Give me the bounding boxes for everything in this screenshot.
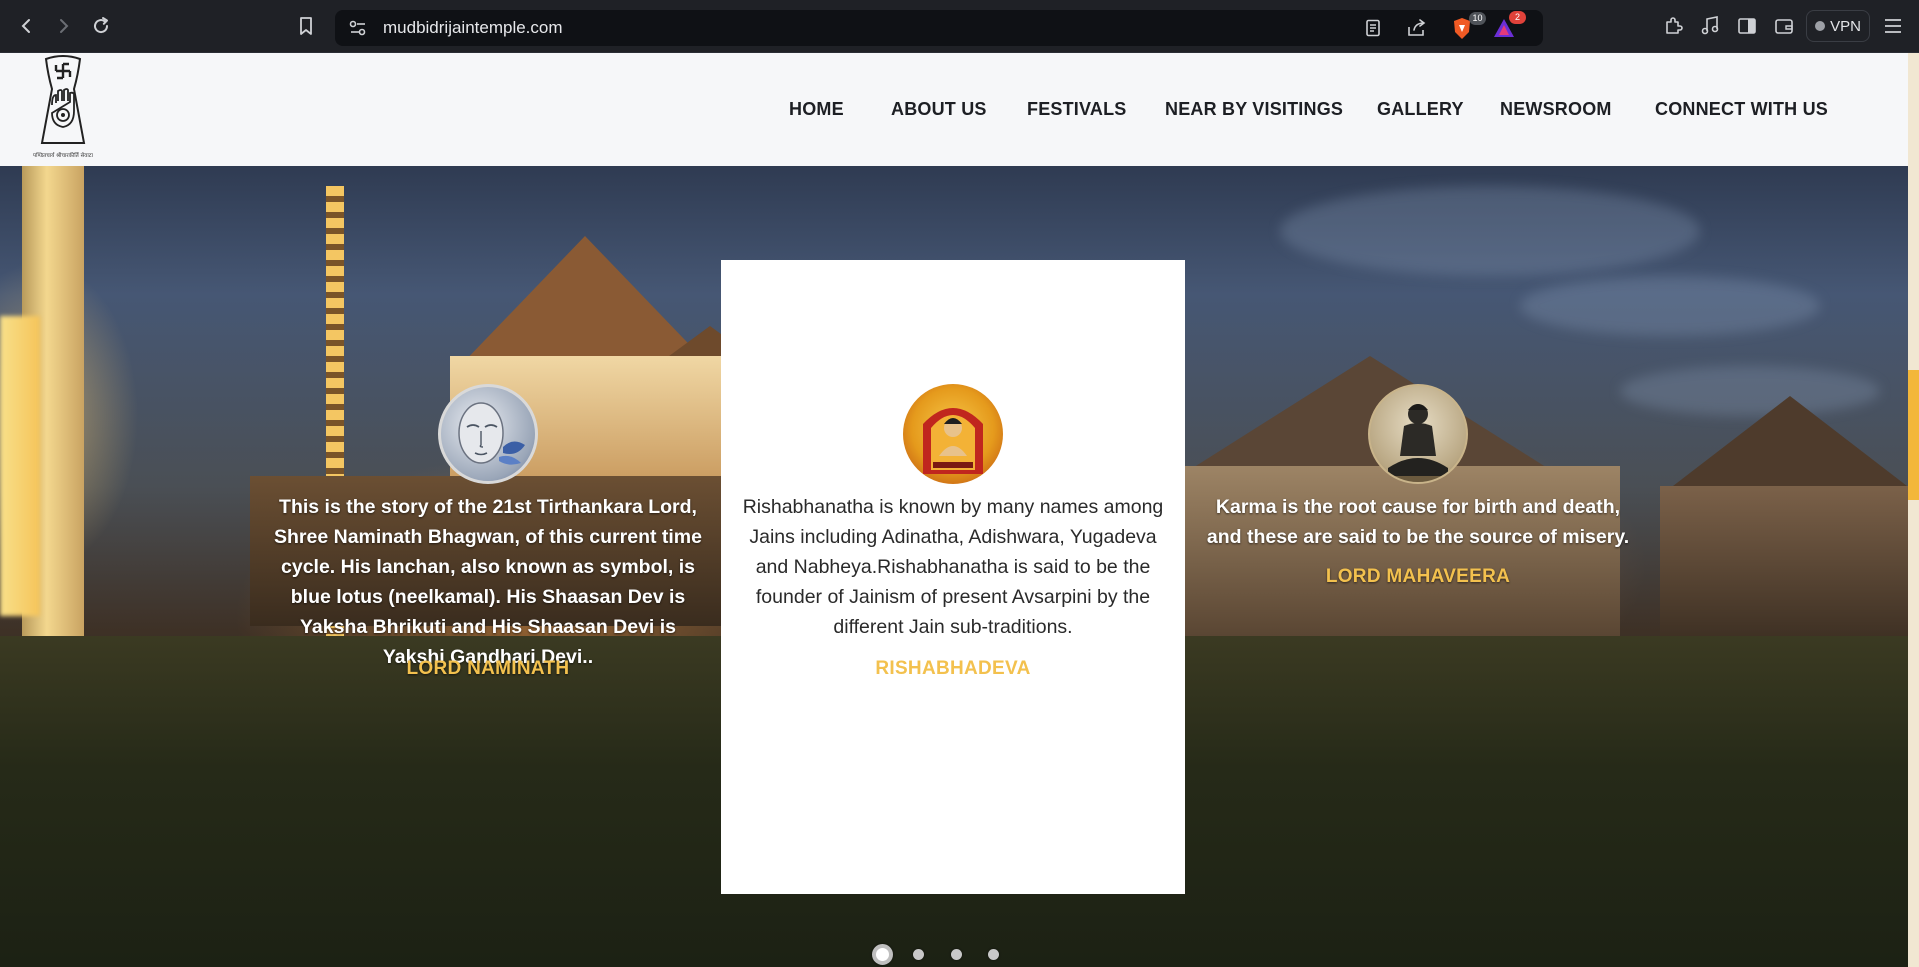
temple-roof-shape xyxy=(1660,396,1908,496)
site-settings-icon[interactable] xyxy=(349,20,367,40)
temple-wall-shape xyxy=(1660,486,1908,636)
nav-about-us[interactable]: ABOUT US xyxy=(891,99,987,120)
naminath-image xyxy=(438,384,538,484)
nav-festivals[interactable]: FESTIVALS xyxy=(1027,99,1126,120)
logo-caption: पण्डितचार्य श्रीचारकीर्ति सेवाटा xyxy=(33,153,93,159)
extensions-icon[interactable] xyxy=(1660,13,1686,39)
nav-newsroom[interactable]: NEWSROOM xyxy=(1500,99,1612,120)
vpn-button[interactable]: VPN xyxy=(1806,10,1870,42)
jain-emblem-icon xyxy=(40,55,86,144)
vpn-status-icon xyxy=(1815,21,1826,31)
slider-dot-4[interactable] xyxy=(988,949,999,960)
menu-icon[interactable] xyxy=(1880,13,1906,39)
bookmark-icon[interactable] xyxy=(293,13,319,39)
hero-slider: This is the story of the 21st Tirthankar… xyxy=(0,166,1908,967)
nav-connect-with-us[interactable]: CONNECT WITH US xyxy=(1655,99,1828,120)
slider-dot-3[interactable] xyxy=(951,949,962,960)
nav-near-by-visitings[interactable]: NEAR BY VISITINGS xyxy=(1165,99,1343,120)
slide-description: Rishabhanatha is known by many names amo… xyxy=(742,496,1164,638)
music-icon[interactable] xyxy=(1697,13,1723,39)
wallet-icon[interactable] xyxy=(1771,13,1797,39)
slide-rishabhadeva: Rishabhanatha is known by many names amo… xyxy=(721,260,1185,894)
slide-title[interactable]: LORD MAHAVEERA xyxy=(1186,566,1650,588)
rewards-count-badge: 2 xyxy=(1509,11,1526,24)
scrollbar-track[interactable] xyxy=(1908,53,1919,967)
slide-title[interactable]: RISHABHADEVA xyxy=(721,658,1185,680)
site-header: पण्डितचार्य श्रीचारकीर्ति सेवाटा HOME AB… xyxy=(0,53,1908,166)
shield-count-badge: 10 xyxy=(1469,12,1486,25)
slide-title[interactable]: LORD NAMINATH xyxy=(256,658,720,680)
browser-toolbar: mudbidrijaintemple.com 10 2 VPN xyxy=(0,0,1919,53)
vpn-label: VPN xyxy=(1830,17,1861,35)
nav-home[interactable]: HOME xyxy=(789,99,844,120)
reader-mode-icon[interactable] xyxy=(1365,19,1381,41)
slide-description: Karma is the root cause for birth and de… xyxy=(1206,496,1630,548)
slider-dot-1[interactable] xyxy=(872,944,893,965)
light-glow-shape xyxy=(0,316,40,616)
address-bar[interactable]: mudbidrijaintemple.com 10 2 xyxy=(335,10,1543,46)
back-icon[interactable] xyxy=(14,13,40,39)
slide-description: This is the story of the 21st Tirthankar… xyxy=(274,496,702,668)
mahaveera-image xyxy=(1368,384,1468,484)
scrollbar-thumb[interactable] xyxy=(1908,370,1919,500)
share-icon[interactable] xyxy=(1407,19,1427,41)
url-text[interactable]: mudbidrijaintemple.com xyxy=(383,18,563,38)
rishabhadeva-image xyxy=(903,384,1003,484)
slider-dot-2[interactable] xyxy=(913,949,924,960)
site-logo[interactable]: पण्डितचार्य श्रीचारकीर्ति सेवाटा xyxy=(33,55,93,161)
reload-icon[interactable] xyxy=(88,13,114,39)
slide-mahaveera: Karma is the root cause for birth and de… xyxy=(1186,260,1650,894)
sidebar-icon[interactable] xyxy=(1734,13,1760,39)
forward-icon[interactable] xyxy=(50,13,76,39)
slide-naminath: This is the story of the 21st Tirthankar… xyxy=(256,260,720,894)
nav-gallery[interactable]: GALLERY xyxy=(1377,99,1464,120)
